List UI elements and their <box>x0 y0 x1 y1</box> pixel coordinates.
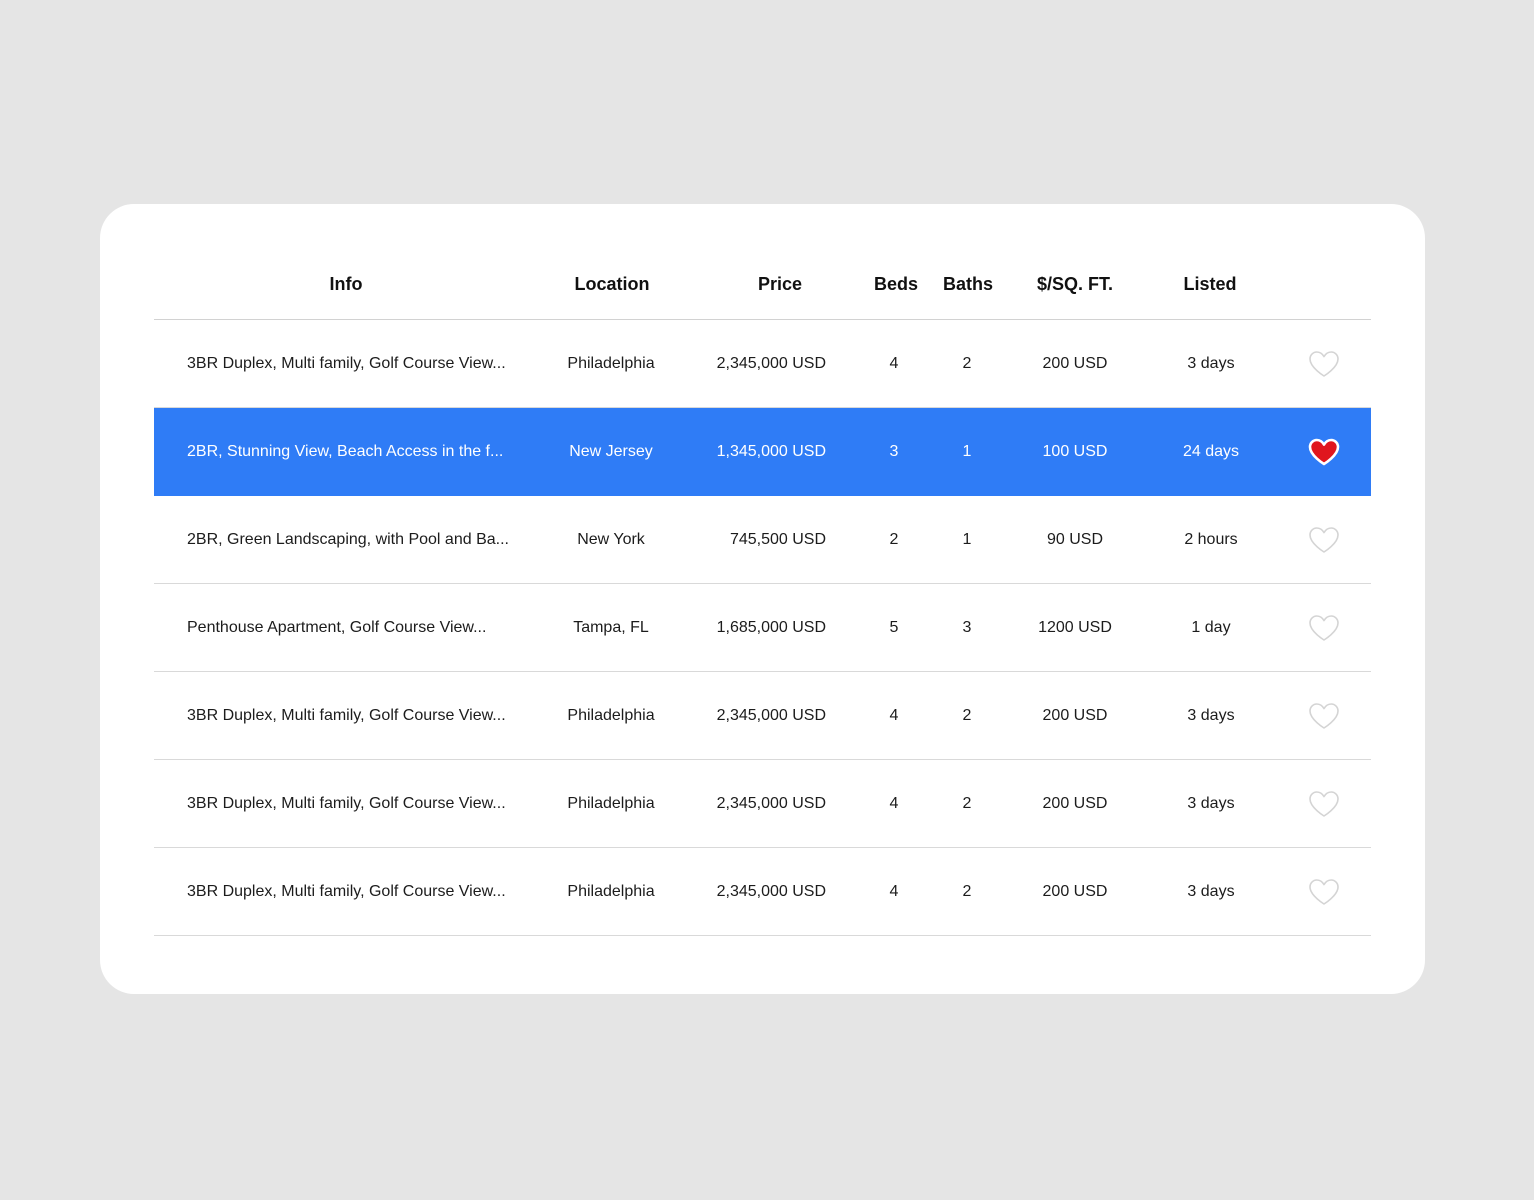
listing-baths: 1 <box>962 442 972 460</box>
listing-beds: 4 <box>889 794 899 812</box>
listing-price: 1,345,000 USD <box>716 442 826 460</box>
listing-price-per-sqft: 100 USD <box>1042 442 1108 460</box>
table-row[interactable]: 2BR, Green Landscaping, with Pool and Ba… <box>154 496 1371 584</box>
listing-listed: 3 days <box>1187 882 1235 900</box>
listing-location: New York <box>577 530 645 548</box>
listing-location: Philadelphia <box>567 706 655 724</box>
table-row[interactable]: 3BR Duplex, Multi family, Golf Course Vi… <box>154 320 1371 408</box>
favorite-button[interactable] <box>1304 320 1344 407</box>
listing-price: 2,345,000 USD <box>716 354 826 372</box>
favorite-button[interactable] <box>1304 672 1344 759</box>
listing-info: Penthouse Apartment, Golf Course View... <box>187 618 487 636</box>
listing-info: 3BR Duplex, Multi family, Golf Course Vi… <box>187 354 506 372</box>
listing-beds: 4 <box>889 706 899 724</box>
listing-price-per-sqft: 200 USD <box>1042 354 1108 372</box>
listing-location: Philadelphia <box>567 794 655 812</box>
listing-baths: 2 <box>962 794 972 812</box>
column-header-price-per-sqft[interactable]: $/SQ. FT. <box>1020 250 1130 319</box>
listing-price: 2,345,000 USD <box>716 706 826 724</box>
heart-icon <box>1309 790 1339 817</box>
heart-icon <box>1309 614 1339 641</box>
listing-info: 3BR Duplex, Multi family, Golf Course Vi… <box>187 794 506 812</box>
heart-icon <box>1309 526 1339 553</box>
listing-baths: 3 <box>962 618 972 636</box>
listing-listed: 24 days <box>1182 442 1240 460</box>
listing-listed: 1 day <box>1191 618 1231 636</box>
listing-location: New Jersey <box>569 442 653 460</box>
listing-price-per-sqft: 200 USD <box>1042 706 1108 724</box>
listing-baths: 2 <box>962 882 972 900</box>
table-header-row: Info Location Price Beds Baths $/SQ. FT.… <box>154 250 1371 320</box>
table-row[interactable]: 3BR Duplex, Multi family, Golf Course Vi… <box>154 672 1371 760</box>
listing-beds: 3 <box>889 442 899 460</box>
listing-location: Philadelphia <box>567 354 655 372</box>
listing-listed: 3 days <box>1187 706 1235 724</box>
listing-beds: 2 <box>889 530 899 548</box>
listing-listed: 2 hours <box>1184 530 1238 548</box>
listing-location: Tampa, FL <box>573 618 649 636</box>
listing-listed: 3 days <box>1187 354 1235 372</box>
listing-info: 2BR, Stunning View, Beach Access in the … <box>187 442 504 460</box>
column-header-listed[interactable]: Listed <box>1160 250 1260 319</box>
listing-price-per-sqft: 200 USD <box>1042 794 1108 812</box>
listing-info: 3BR Duplex, Multi family, Golf Course Vi… <box>187 706 506 724</box>
listing-beds: 4 <box>889 882 899 900</box>
listing-price: 1,685,000 USD <box>716 618 826 636</box>
listing-info: 2BR, Green Landscaping, with Pool and Ba… <box>187 530 509 548</box>
listings-card: Info Location Price Beds Baths $/SQ. FT.… <box>100 204 1425 994</box>
listing-info: 3BR Duplex, Multi family, Golf Course Vi… <box>187 882 506 900</box>
favorite-button[interactable] <box>1304 496 1344 583</box>
favorite-button[interactable] <box>1304 848 1344 935</box>
column-header-price[interactable]: Price <box>730 250 830 319</box>
table-row[interactable]: 3BR Duplex, Multi family, Golf Course Vi… <box>154 760 1371 848</box>
heart-icon <box>1309 878 1339 905</box>
heart-icon <box>1309 350 1339 377</box>
column-header-baths[interactable]: Baths <box>938 250 998 319</box>
listing-baths: 1 <box>962 530 972 548</box>
column-header-location[interactable]: Location <box>552 250 672 319</box>
table-row[interactable]: 3BR Duplex, Multi family, Golf Course Vi… <box>154 848 1371 936</box>
listing-price: 2,345,000 USD <box>716 882 826 900</box>
favorite-button[interactable] <box>1304 408 1344 495</box>
listing-beds: 4 <box>889 354 899 372</box>
heart-icon <box>1308 438 1340 465</box>
listing-price-per-sqft: 200 USD <box>1042 882 1108 900</box>
listing-listed: 3 days <box>1187 794 1235 812</box>
listing-price: 2,345,000 USD <box>716 794 826 812</box>
column-header-info[interactable]: Info <box>296 250 396 319</box>
favorite-button[interactable] <box>1304 760 1344 847</box>
listing-beds: 5 <box>889 618 899 636</box>
column-header-beds[interactable]: Beds <box>866 250 926 319</box>
listing-baths: 2 <box>962 354 972 372</box>
table-row[interactable]: 2BR, Stunning View, Beach Access in the … <box>154 408 1371 496</box>
heart-icon <box>1309 702 1339 729</box>
listing-price: 745,500 USD <box>729 530 826 548</box>
listing-price-per-sqft: 90 USD <box>1046 530 1104 548</box>
listing-price-per-sqft: 1200 USD <box>1038 618 1112 636</box>
listings-table: Info Location Price Beds Baths $/SQ. FT.… <box>154 250 1371 936</box>
table-row[interactable]: Penthouse Apartment, Golf Course View...… <box>154 584 1371 672</box>
listing-location: Philadelphia <box>567 882 655 900</box>
listing-baths: 2 <box>962 706 972 724</box>
table-body: 3BR Duplex, Multi family, Golf Course Vi… <box>154 320 1371 936</box>
favorite-button[interactable] <box>1304 584 1344 671</box>
